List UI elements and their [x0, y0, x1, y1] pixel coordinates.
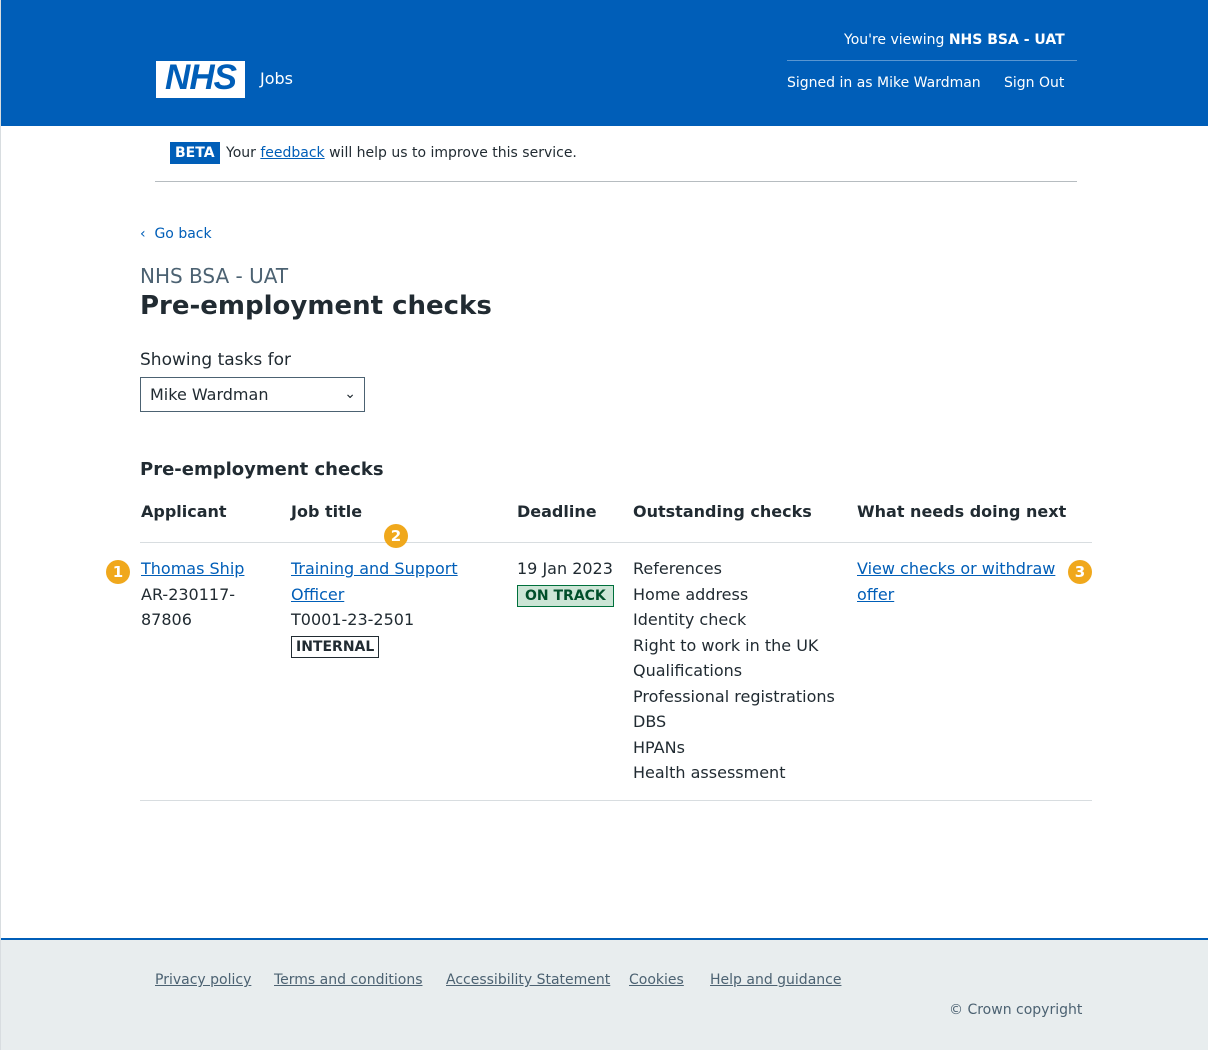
check-item: Identity check — [633, 610, 747, 629]
filter-label: Showing tasks for — [140, 350, 291, 370]
viewing-org-name: NHS BSA - UAT — [948, 32, 1065, 48]
column-header-outstanding-checks: Outstanding checks — [633, 502, 812, 521]
table-header-divider — [140, 542, 1092, 543]
beta-tag: BETA — [170, 142, 220, 164]
nhs-logo[interactable]: NHS — [156, 58, 245, 98]
column-header-job-title: Job title — [291, 502, 363, 521]
check-item: Qualifications — [633, 661, 743, 680]
job-title-link-line-2[interactable]: Officer — [291, 585, 344, 604]
beta-text-after: will help us to improve this service. — [329, 145, 577, 161]
feedback-link[interactable]: feedback — [260, 145, 324, 161]
column-header-applicant: Applicant — [141, 502, 227, 521]
job-reference: T0001-23-2501 — [291, 610, 415, 629]
site-header: You're viewing NHS BSA - UAT NHS Jobs Si… — [1, 0, 1208, 126]
check-item: References — [633, 559, 722, 578]
nhs-logo-text: NHS — [165, 58, 237, 97]
service-name[interactable]: Jobs — [260, 69, 293, 88]
check-item: DBS — [633, 712, 667, 731]
column-header-next-action: What needs doing next — [857, 502, 1067, 521]
next-action-cell: View checks or withdraw offer — [857, 556, 1055, 607]
beta-divider — [155, 181, 1077, 182]
internal-tag: INTERNAL — [291, 635, 380, 658]
applicant-ref-line-2: 87806 — [141, 610, 192, 629]
check-item: Professional registrations — [633, 686, 835, 706]
view-checks-link-line-2[interactable]: offer — [857, 585, 894, 604]
viewing-org-text: You're viewing NHS BSA - UAT — [844, 32, 1065, 48]
privacy-policy-link[interactable]: Privacy policy — [155, 972, 251, 988]
table-row-divider — [140, 800, 1092, 801]
on-track-tag: ON TRACK — [517, 584, 614, 607]
signed-in-text: Signed in as Mike Wardman — [787, 75, 981, 91]
table-title: Pre-employment checks — [140, 459, 384, 480]
check-item: Health assessment — [633, 763, 786, 782]
viewing-prefix: You're viewing — [844, 32, 945, 48]
user-filter-value: Mike Wardman — [150, 385, 269, 404]
help-link[interactable]: Help and guidance — [710, 972, 841, 988]
org-caption: NHS BSA - UAT — [140, 264, 289, 288]
job-title-cell: Training and Support Officer T0001-23-25… — [291, 556, 458, 658]
outstanding-checks-cell: References Home address Identity check R… — [633, 556, 835, 786]
step-marker-1: 1 — [106, 560, 130, 584]
go-back-link[interactable]: ‹ Go back — [140, 226, 212, 242]
cookies-link[interactable]: Cookies — [629, 972, 684, 988]
chevron-left-icon: ‹ — [140, 226, 146, 242]
go-back-label: Go back — [154, 226, 212, 242]
step-marker-2: 2 — [384, 524, 408, 548]
site-footer: Privacy policy Terms and conditions Acce… — [1, 938, 1208, 1050]
check-item: HPANs — [633, 737, 685, 757]
copyright-text: © Crown copyright — [949, 1002, 1083, 1018]
column-header-deadline: Deadline — [517, 502, 597, 521]
applicant-ref-line-1: AR-230117- — [141, 584, 236, 604]
job-title-link-line-1[interactable]: Training and Support — [291, 559, 458, 578]
beta-text-before: Your — [226, 145, 256, 161]
beta-message: Your feedback will help us to improve th… — [226, 145, 577, 161]
sign-out-link[interactable]: Sign Out — [1004, 75, 1064, 91]
page-title: Pre-employment checks — [140, 291, 492, 321]
header-divider — [787, 60, 1077, 61]
deadline-cell: 19 Jan 2023 ON TRACK — [517, 556, 614, 607]
terms-link[interactable]: Terms and conditions — [274, 972, 423, 988]
check-item: Home address — [633, 584, 749, 604]
view-checks-link-line-1[interactable]: View checks or withdraw — [857, 559, 1055, 578]
chevron-down-icon: ⌄ — [344, 386, 356, 402]
check-item: Right to work in the UK — [633, 635, 819, 655]
accessibility-link[interactable]: Accessibility Statement — [446, 972, 610, 988]
step-marker-3: 3 — [1068, 560, 1092, 584]
deadline-date: 19 Jan 2023 — [517, 559, 613, 578]
user-filter-select[interactable]: Mike Wardman ⌄ — [140, 377, 365, 412]
applicant-name-link[interactable]: Thomas Ship — [141, 559, 244, 578]
applicant-cell: Thomas Ship AR-230117- 87806 — [141, 556, 244, 633]
